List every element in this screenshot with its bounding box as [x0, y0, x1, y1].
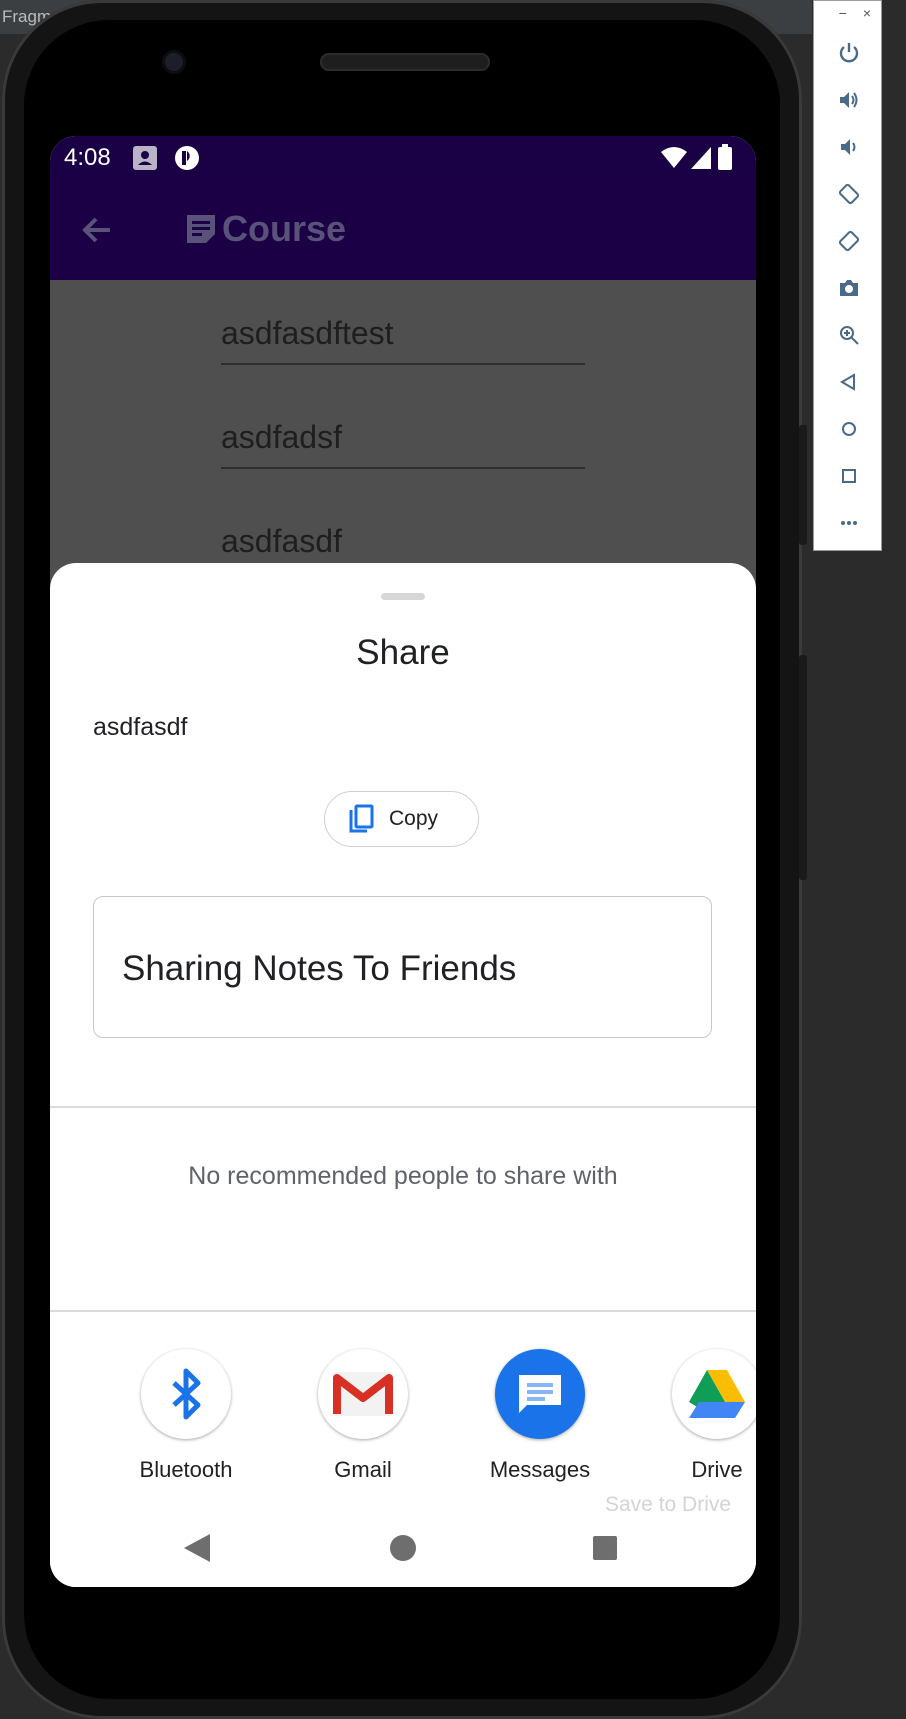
earpiece-speaker	[320, 53, 490, 71]
rotate-left-button[interactable]	[814, 170, 883, 217]
no-recommendations-text: No recommended people to share with	[188, 1162, 618, 1190]
home-icon	[841, 421, 856, 436]
overview-button[interactable]	[814, 452, 883, 499]
bluetooth-icon	[141, 1349, 231, 1439]
app-notification-icon	[174, 145, 200, 176]
share-target-label: Gmail	[334, 1457, 392, 1482]
copy-label: Copy	[389, 807, 439, 830]
battery-icon	[718, 144, 732, 175]
share-sheet-title: Share	[356, 633, 450, 672]
note-icon	[184, 212, 218, 251]
arrow-back-icon[interactable]	[80, 213, 114, 252]
divider-bottom	[50, 1310, 756, 1312]
drive-icon	[672, 1349, 756, 1439]
rotate-right-button[interactable]	[814, 217, 883, 264]
emulator-toolbar: − ×	[813, 0, 882, 551]
share-target-gmail[interactable]: Gmail	[283, 1349, 443, 1483]
text-field-1[interactable]: asdfasdftest	[221, 315, 585, 365]
status-bar: 4:08	[50, 136, 756, 178]
front-camera	[162, 50, 186, 74]
camera-icon	[839, 279, 858, 296]
minimize-button[interactable]: −	[839, 5, 847, 29]
navigation-bar	[50, 1513, 756, 1587]
app-bar: Course	[50, 178, 756, 280]
more-icon	[840, 520, 857, 525]
back-icon	[839, 372, 855, 391]
preview-title: Sharing Notes To Friends	[122, 949, 517, 988]
power-side-button	[799, 425, 807, 545]
device-screen: 4:08 Course asdfasdftest asdfadsf asdfas…	[50, 136, 756, 1587]
phone-frame: 4:08 Course asdfasdftest asdfadsf asdfas…	[2, 0, 807, 1719]
divider-top	[50, 1106, 756, 1108]
rotate-left-icon	[838, 183, 859, 204]
toolbar-window-controls: − ×	[814, 1, 881, 29]
nav-home-icon[interactable]	[389, 1534, 417, 1567]
power-icon	[839, 42, 858, 62]
share-target-bluetooth[interactable]: Bluetooth	[106, 1349, 266, 1483]
volume-up-button[interactable]	[814, 76, 883, 123]
share-target-drive[interactable]: Drive	[637, 1349, 756, 1483]
app-bar-title: Course	[222, 208, 347, 249]
more-button[interactable]	[814, 499, 883, 546]
zoom-icon	[839, 325, 859, 345]
zoom-button[interactable]	[814, 311, 883, 358]
nav-overview-icon[interactable]	[592, 1535, 618, 1566]
wifi-icon	[660, 146, 688, 175]
back-button[interactable]	[814, 358, 883, 405]
home-button[interactable]	[814, 405, 883, 452]
content-preview-card: Sharing Notes To Friends	[93, 896, 712, 1038]
rotate-right-icon	[838, 230, 859, 251]
status-time: 4:08	[64, 144, 111, 171]
gmail-icon	[318, 1349, 408, 1439]
contact-notification-icon	[132, 145, 158, 176]
share-target-label: Messages	[489, 1457, 591, 1482]
copy-button[interactable]: Copy	[324, 791, 479, 847]
shared-text: asdfasdf	[93, 713, 188, 741]
volume-down-button[interactable]	[814, 123, 883, 170]
cell-signal-icon	[690, 146, 712, 175]
nav-back-icon[interactable]	[182, 1532, 212, 1569]
volume-up-icon	[839, 91, 857, 108]
share-target-messages[interactable]: Messages	[460, 1349, 620, 1483]
volume-down-icon	[840, 138, 855, 155]
power-button[interactable]	[814, 29, 883, 76]
overview-icon	[841, 468, 856, 483]
close-button[interactable]: ×	[863, 5, 871, 29]
share-sheet: Share asdfasdf Copy Sharing Notes To Fri…	[50, 563, 756, 1587]
drag-handle[interactable]	[381, 593, 425, 600]
volume-side-button	[799, 655, 807, 880]
copy-icon	[347, 804, 375, 834]
share-target-label: Drive	[691, 1457, 743, 1482]
share-target-label: Bluetooth	[139, 1457, 233, 1482]
text-field-2[interactable]: asdfadsf	[221, 419, 585, 469]
screenshot-button[interactable]	[814, 264, 883, 311]
messages-icon	[495, 1349, 585, 1439]
